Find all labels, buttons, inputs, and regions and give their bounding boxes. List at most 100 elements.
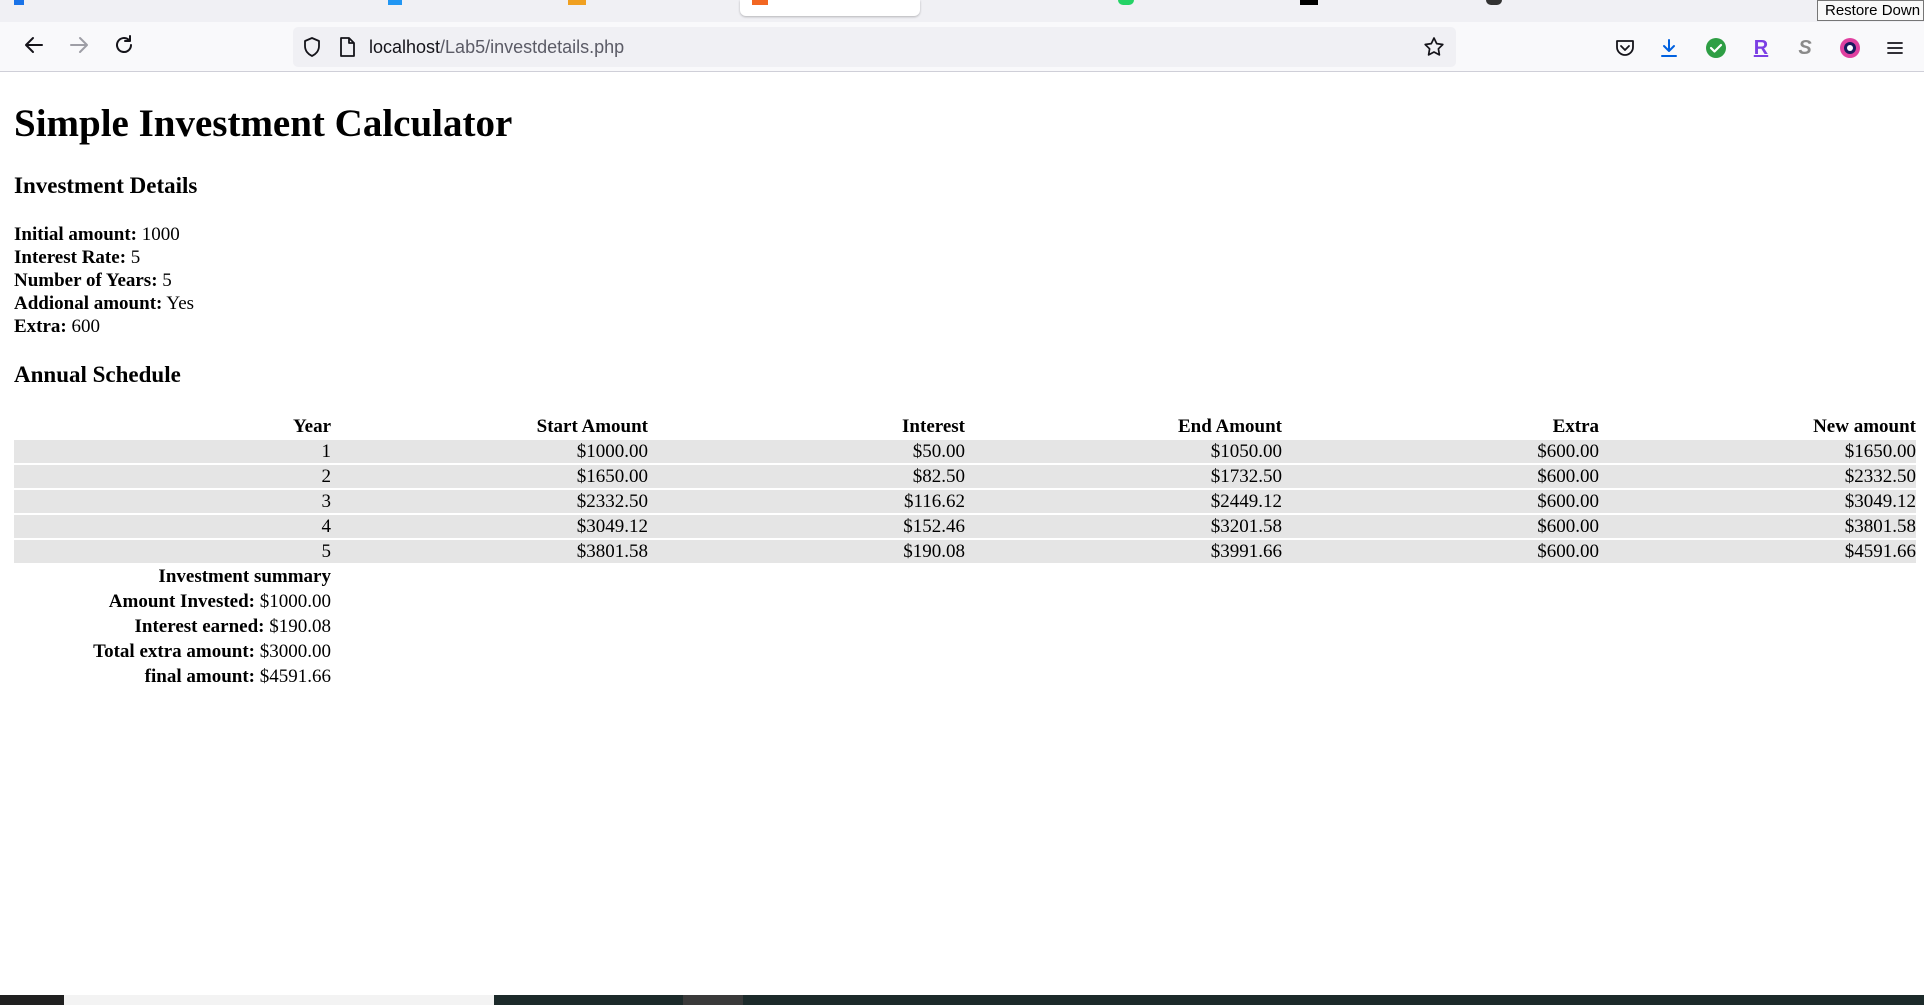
schedule-heading: Annual Schedule: [14, 362, 181, 387]
summary-item: Amount Invested: $1000.00: [14, 590, 331, 613]
col-header-new-amount: New amount: [1813, 416, 1916, 437]
star-icon[interactable]: [1423, 36, 1445, 63]
table-cell: 1: [14, 440, 331, 463]
table-cell: $4591.66: [1599, 540, 1916, 563]
summary-heading: Investment summary: [158, 566, 331, 587]
browser-toolbar: localhost/Lab5/investdetails.php R S: [0, 22, 1924, 72]
table-cell: $1650.00: [331, 465, 648, 488]
summary-label: Amount Invested:: [108, 591, 255, 612]
summary-label: Total extra amount:: [93, 641, 255, 662]
page-content: Simple Investment Calculator Investment …: [0, 73, 1924, 995]
summary-value: $1000.00: [259, 591, 331, 612]
url-path: /Lab5/investdetails.php: [440, 37, 625, 57]
table-cell: 5: [14, 540, 331, 563]
menu-icon[interactable]: [1881, 34, 1909, 62]
detail-row: Extra: 600: [14, 315, 194, 338]
pocket-icon[interactable]: [1611, 34, 1639, 62]
detail-row: Initial amount: 1000: [14, 223, 194, 246]
check-extension-icon[interactable]: [1702, 34, 1730, 62]
table-cell: $600.00: [1282, 540, 1599, 563]
table-cell: $3991.66: [965, 540, 1282, 563]
col-header-start-amount: Start Amount: [536, 416, 648, 437]
back-button[interactable]: [18, 31, 50, 63]
table-row: 3 $2332.50 $116.62 $2449.12 $600.00 $304…: [14, 490, 1916, 513]
tab-favicon[interactable]: [388, 0, 402, 5]
restore-down-tooltip: Restore Down: [1817, 0, 1924, 21]
table-cell: $3801.58: [1599, 515, 1916, 538]
table-row: 2 $1650.00 $82.50 $1732.50 $600.00 $2332…: [14, 465, 1916, 488]
active-tab[interactable]: [740, 0, 920, 16]
download-icon[interactable]: [1655, 34, 1683, 62]
table-cell: $3201.58: [965, 515, 1282, 538]
tab-favicon[interactable]: [1300, 0, 1318, 5]
detail-label: Interest Rate:: [14, 247, 127, 268]
col-header-interest: Interest: [902, 416, 965, 437]
detail-label: Number of Years:: [14, 270, 158, 291]
detail-label: Addional amount:: [14, 293, 163, 314]
table-cell: $190.08: [648, 540, 965, 563]
summary-row: Amount Invested: $1000.00: [14, 590, 1916, 613]
detail-value: 600: [71, 316, 101, 337]
table-cell: $82.50: [648, 465, 965, 488]
table-cell: $3049.12: [331, 515, 648, 538]
summary-label: final amount:: [144, 666, 255, 687]
table-cell: $3801.58: [331, 540, 648, 563]
shield-icon[interactable]: [301, 36, 323, 63]
tab-strip: Restore Down: [0, 0, 1924, 22]
reload-button[interactable]: [108, 31, 140, 63]
start-button[interactable]: [0, 995, 64, 1005]
table-cell: 4: [14, 515, 331, 538]
r-extension-icon[interactable]: R: [1747, 34, 1775, 62]
summary-row: Interest earned: $190.08: [14, 615, 1916, 638]
table-row: 5 $3801.58 $190.08 $3991.66 $600.00 $459…: [14, 540, 1916, 563]
taskbar-app[interactable]: [683, 995, 743, 1005]
circle-extension-icon[interactable]: [1836, 34, 1864, 62]
tab-favicon[interactable]: [1118, 0, 1134, 5]
taskbar-search-box[interactable]: [64, 995, 494, 1005]
table-cell: $1050.00: [965, 440, 1282, 463]
detail-label: Initial amount:: [14, 224, 137, 245]
url-bar[interactable]: localhost/Lab5/investdetails.php: [293, 27, 1456, 67]
investment-details: Initial amount: 1000 Interest Rate: 5 Nu…: [14, 223, 194, 338]
table-cell: $1732.50: [965, 465, 1282, 488]
summary-row: final amount: $4591.66: [14, 665, 1916, 688]
table-cell: $1650.00: [1599, 440, 1916, 463]
table-row: 1 $1000.00 $50.00 $1050.00 $600.00 $1650…: [14, 440, 1916, 463]
detail-row: Number of Years: 5: [14, 269, 194, 292]
url-host: localhost: [369, 37, 441, 57]
tab-favicon[interactable]: [14, 0, 24, 5]
table-cell: $2449.12: [965, 490, 1282, 513]
table-cell: $2332.50: [1599, 465, 1916, 488]
table-cell: $50.00: [648, 440, 965, 463]
back-icon: [23, 34, 45, 61]
detail-row: Addional amount: Yes: [14, 292, 194, 315]
summary-item: final amount: $4591.66: [14, 665, 331, 688]
page-icon[interactable]: [337, 36, 357, 63]
table-cell: 3: [14, 490, 331, 513]
detail-value: 5: [162, 270, 172, 291]
table-cell: 2: [14, 465, 331, 488]
summary-value: $190.08: [269, 616, 331, 637]
table-row: 4 $3049.12 $152.46 $3201.58 $600.00 $380…: [14, 515, 1916, 538]
detail-label: Extra:: [14, 316, 67, 337]
reload-icon: [113, 34, 135, 61]
os-taskbar: [0, 995, 1924, 1005]
s-extension-icon[interactable]: S: [1791, 34, 1819, 62]
col-header-end-amount: End Amount: [1177, 416, 1282, 437]
tab-favicon[interactable]: [568, 0, 586, 5]
active-tab-favicon: [752, 0, 768, 5]
annual-schedule-table: Year Start Amount Interest End Amount Ex…: [14, 413, 1916, 690]
table-cell: $3049.12: [1599, 490, 1916, 513]
summary-label: Interest earned:: [134, 616, 265, 637]
details-heading: Investment Details: [14, 173, 198, 198]
col-header-extra: Extra: [1552, 416, 1599, 437]
detail-value: 1000: [141, 224, 180, 245]
detail-value: Yes: [166, 293, 195, 314]
table-cell: $2332.50: [331, 490, 648, 513]
table-cell: $600.00: [1282, 465, 1599, 488]
table-cell: $600.00: [1282, 490, 1599, 513]
forward-button[interactable]: [63, 31, 95, 63]
table-cell: $1000.00: [331, 440, 648, 463]
url-text[interactable]: localhost/Lab5/investdetails.php: [369, 37, 624, 58]
tab-favicon[interactable]: [1486, 0, 1502, 5]
